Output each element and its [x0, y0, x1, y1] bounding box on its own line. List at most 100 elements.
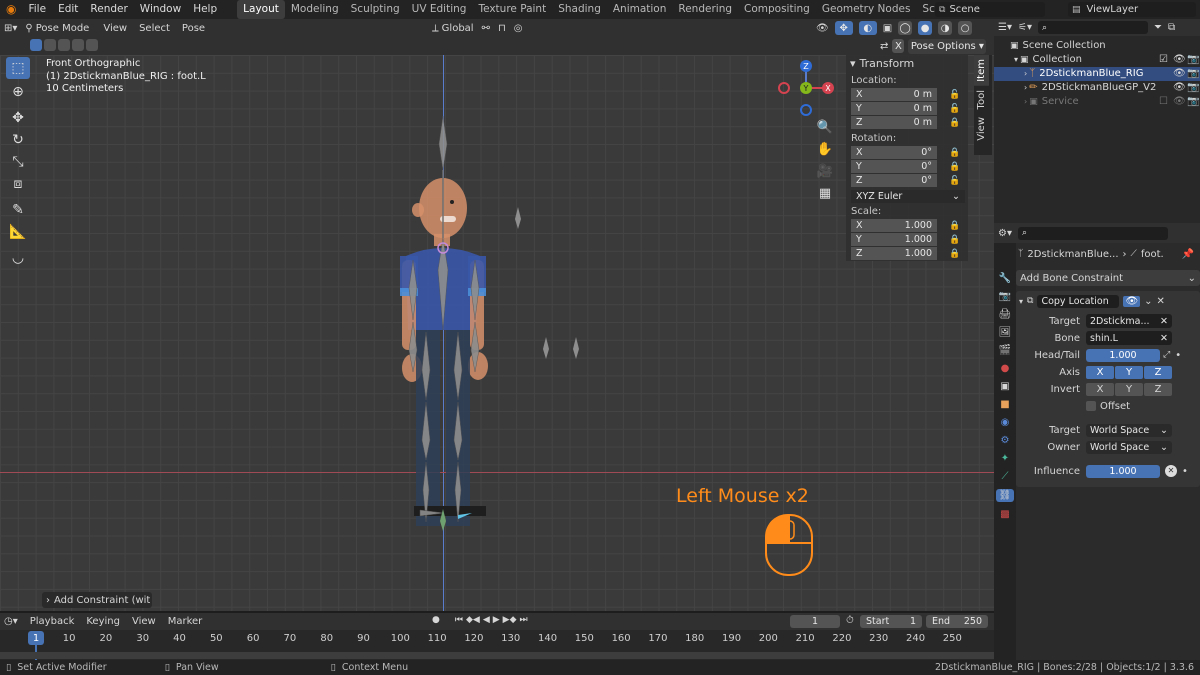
floating-bone[interactable] [512, 205, 524, 231]
outliner-search-input[interactable]: ⌕ [1037, 21, 1148, 34]
bbone-icon[interactable]: ⤢ [1163, 350, 1170, 360]
prev-keyframe-icon[interactable]: ◆◀ [466, 615, 480, 625]
tool-tab-icon[interactable]: 🔧 [999, 273, 1011, 284]
tab-view[interactable]: View [974, 113, 989, 145]
view-layer-tab-icon[interactable]: 🖼 [999, 327, 1012, 338]
last-operator-panel[interactable]: › Add Constraint (wit [42, 592, 152, 608]
zoom-icon[interactable]: 🔍 [815, 117, 835, 139]
select-mode-subtract-icon[interactable] [58, 39, 70, 51]
render-shading-icon[interactable]: ○ [958, 21, 973, 35]
ortho-grid-icon[interactable]: ▦ [815, 183, 835, 205]
menu-view[interactable]: View [103, 23, 127, 34]
workspace-tab-texture-paint[interactable]: Texture Paint [472, 0, 552, 19]
workspace-tab-modeling[interactable]: Modeling [285, 0, 345, 19]
end-frame-field[interactable]: End 250 [926, 615, 988, 628]
lock-open-icon[interactable]: 🔓 [949, 90, 960, 100]
influence-slider[interactable]: 1.000 [1086, 464, 1160, 478]
outliner-row-service[interactable]: › ▣ Service ☐ 👁 📷 [994, 95, 1200, 109]
lock-icon[interactable]: 🔒 [949, 162, 960, 172]
menu-pose[interactable]: Pose [182, 23, 205, 34]
tab-item[interactable]: Item [974, 55, 989, 86]
wireframe-shading-icon[interactable]: ◯ [898, 21, 913, 35]
mirror-icon[interactable]: ⇄ [880, 41, 888, 52]
stickman-character[interactable] [380, 110, 520, 530]
pan-hand-icon[interactable]: ✋ [815, 139, 835, 161]
chevron-down-icon[interactable]: ▾ [850, 57, 856, 70]
target-space-dropdown[interactable]: World Space ⌄ [1086, 423, 1172, 437]
menu-playback[interactable]: Playback [30, 616, 75, 627]
gizmo-neg-z-axis[interactable] [800, 104, 812, 116]
menu-window[interactable]: Window [134, 0, 187, 19]
filter-funnel-icon[interactable]: ⏷ [1154, 22, 1162, 33]
rotation-x-field[interactable]: X 0° [851, 146, 937, 159]
chevron-down-icon[interactable]: ⌄ [1144, 296, 1152, 307]
workspace-tab-rendering[interactable]: Rendering [672, 0, 738, 19]
editor-type-icon[interactable]: ⚙▾ [998, 228, 1012, 239]
record-icon[interactable]: ● [432, 615, 440, 625]
menu-select[interactable]: Select [139, 23, 170, 34]
workspace-tab-compositing[interactable]: Compositing [738, 0, 816, 19]
add-bone-constraint-button[interactable]: Add Bone Constraint ⌄ [1016, 270, 1200, 286]
workspace-tab-geometry-nodes[interactable]: Geometry Nodes [816, 0, 917, 19]
eye-icon[interactable]: 👁 [1173, 67, 1186, 81]
checkbox-icon[interactable]: ☐ [1159, 95, 1168, 109]
move-tool-icon[interactable]: ✥ [6, 107, 30, 129]
annotate-tool-icon[interactable]: ✎ [6, 199, 30, 221]
select-mode-extend-icon[interactable] [44, 39, 56, 51]
scene-selector[interactable]: ⧉ Scene [935, 2, 1045, 17]
floating-bone[interactable] [540, 335, 552, 361]
eye-icon[interactable]: 👁 [1173, 95, 1186, 109]
outliner-row-collection[interactable]: ▾ ▣ Collection ☑ 👁 📷 [994, 53, 1200, 67]
camera-icon[interactable]: 📷 [1187, 81, 1199, 95]
scale-tool-icon[interactable]: ⤡ [6, 151, 30, 173]
menu-file[interactable]: File [22, 0, 52, 19]
root-bone[interactable] [437, 507, 449, 533]
tab-tool[interactable]: Tool [974, 86, 989, 113]
world-tab-icon[interactable]: ● [1001, 363, 1010, 374]
select-box-tool-icon[interactable]: ⬚ [6, 57, 30, 79]
select-mode-invert-icon[interactable] [72, 39, 84, 51]
checkbox-icon[interactable] [1086, 401, 1096, 411]
visibility-icon[interactable]: 👁 [816, 23, 829, 34]
rotation-mode-dropdown[interactable]: XYZ Euler ⌄ [851, 190, 965, 203]
collection-tab-icon[interactable]: ▣ [1000, 381, 1009, 392]
axis-x-toggle[interactable]: X [1086, 365, 1114, 379]
transform-panel-title[interactable]: Transform [860, 57, 915, 70]
disable-keep-transform-icon[interactable]: ✕ [1165, 465, 1177, 477]
blender-logo-icon[interactable]: ◉ [0, 0, 22, 19]
select-mode-intersect-icon[interactable] [86, 39, 98, 51]
gizmo-toggle-icon[interactable]: ✥ [834, 21, 853, 35]
scale-y-field[interactable]: Y 1.000 [851, 233, 937, 246]
navigation-gizmo[interactable]: Z X Y [774, 57, 838, 119]
new-collection-icon[interactable]: ⧉ [1168, 22, 1175, 33]
editor-type-icon[interactable]: ◷▾ [4, 616, 18, 627]
invert-x-toggle[interactable]: X [1086, 382, 1114, 396]
camera-icon[interactable]: 📷 [1187, 67, 1199, 81]
lock-icon[interactable]: 🔒 [949, 148, 960, 158]
overlay-toggle-icon[interactable]: ◐ [858, 21, 877, 35]
constraint-name-field[interactable]: Copy Location [1037, 294, 1120, 308]
keyframe-dot-icon[interactable]: • [1182, 466, 1188, 477]
workspace-tab-sculpting[interactable]: Sculpting [345, 0, 406, 19]
workspace-tab-animation[interactable]: Animation [607, 0, 673, 19]
bone-constraint-tab-icon[interactable]: ⛓ [995, 489, 1015, 502]
lock-open-icon[interactable]: 🔓 [949, 104, 960, 114]
object-tab-icon[interactable]: ■ [1000, 399, 1009, 410]
texture-tab-icon[interactable]: ▩ [1000, 509, 1009, 520]
clear-icon[interactable]: ✕ [1160, 316, 1168, 327]
lock-icon[interactable]: 🔒 [949, 118, 960, 128]
cursor-tool-icon[interactable]: ⊕ [6, 81, 30, 103]
gizmo-neg-x-axis[interactable] [778, 82, 790, 94]
jump-start-icon[interactable]: ⏮ [455, 615, 463, 625]
object-constraint-tab-icon[interactable]: ⚙ [1001, 435, 1010, 446]
headtail-slider[interactable]: 1.000 [1086, 348, 1160, 362]
menu-keying[interactable]: Keying [86, 616, 120, 627]
eye-icon[interactable]: 👁 [1173, 81, 1186, 95]
pivot-icon[interactable]: ⚯ [482, 23, 490, 34]
x-mirror-button[interactable]: X [892, 39, 905, 53]
jump-end-icon[interactable]: ⏭ [520, 615, 528, 625]
xray-icon[interactable]: ▣ [883, 23, 892, 34]
play-icon[interactable]: ▶ [493, 615, 500, 625]
menu-render[interactable]: Render [84, 0, 133, 19]
timeline-scrollbar[interactable] [0, 652, 994, 659]
